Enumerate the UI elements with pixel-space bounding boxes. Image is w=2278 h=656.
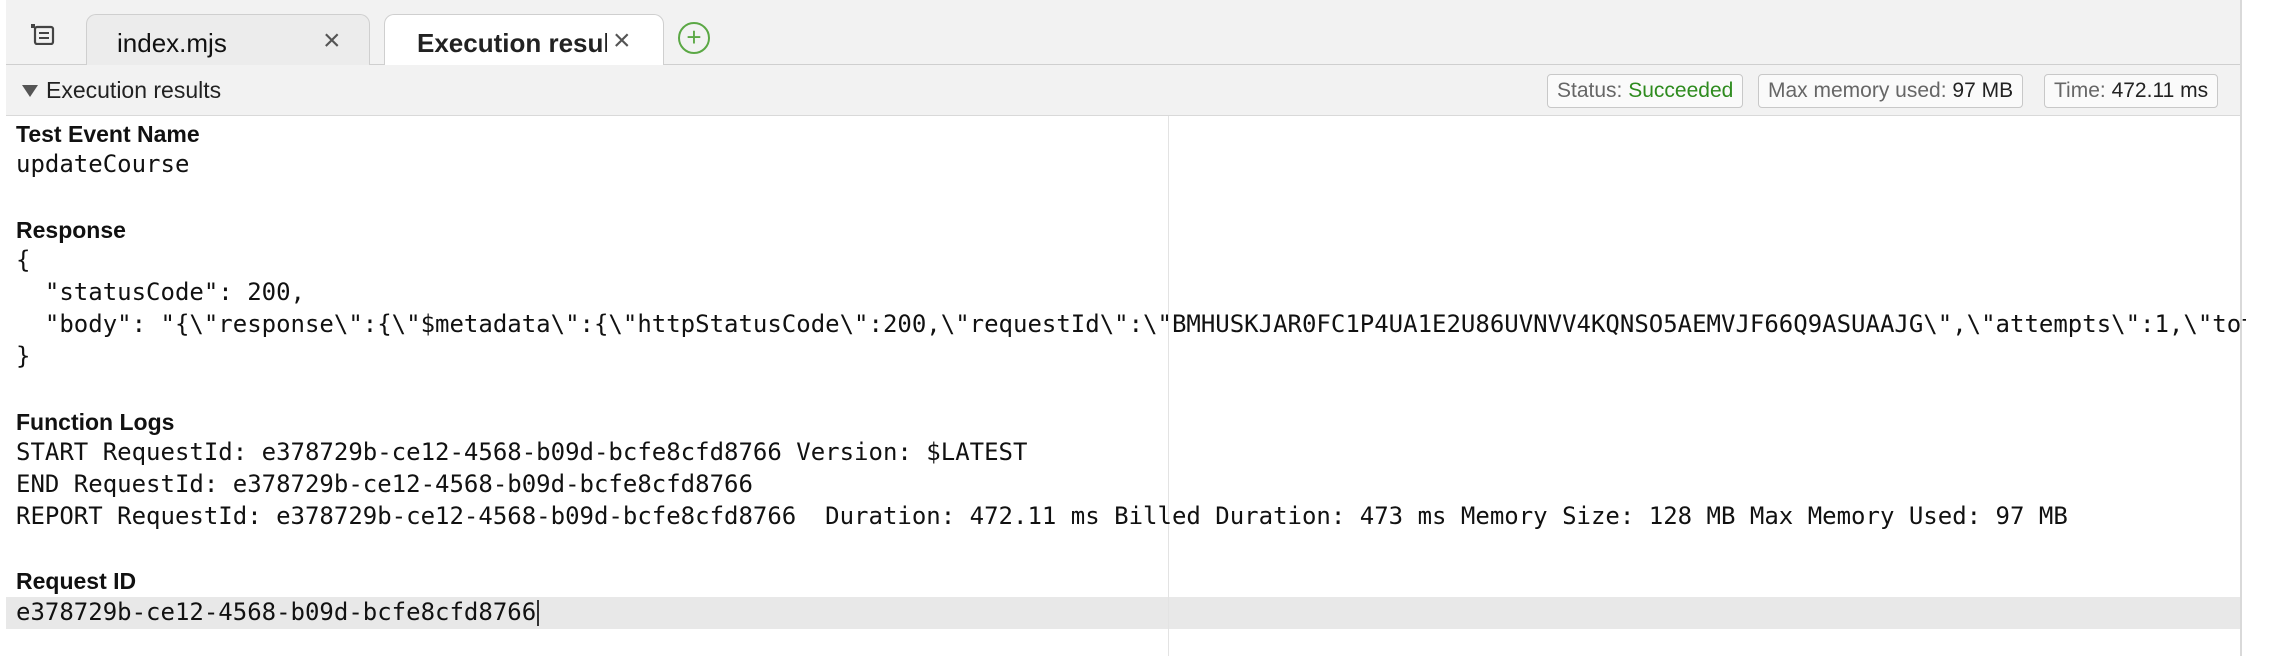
execution-results-header: Execution results Status: Succeeded Max … — [6, 65, 2240, 116]
close-icon[interactable]: × — [323, 26, 341, 56]
status-label: Status: — [1557, 79, 1623, 102]
tab-label: Execution results — [417, 28, 607, 58]
response-line: } — [16, 342, 31, 370]
memory-badge: Max memory used: 97 MB — [1758, 74, 2024, 108]
function-logs-heading: Function Logs — [16, 409, 175, 435]
add-tab-icon[interactable]: + — [678, 22, 710, 54]
tab-label: index.mjs — [117, 28, 227, 58]
response-line: "body": "{\"response\":{\"$metadata\":{\… — [16, 310, 2246, 338]
menu-icon — [31, 24, 55, 45]
time-value: 472.11 ms — [2111, 79, 2209, 102]
request-id-line: e378729b-ce12-4568-b09d-bcfe8cfd8766 — [16, 598, 540, 626]
editor-frame: index.mjs × Execution results × + Execut… — [6, 0, 2246, 656]
response-line: { — [16, 246, 31, 274]
time-badge: Time: 472.11 ms — [2044, 74, 2219, 108]
memory-label: Max memory used: — [1768, 79, 1947, 102]
request-id-value: e378729b-ce12-4568-b09d-bcfe8cfd8766 — [16, 598, 537, 626]
response-heading: Response — [16, 217, 126, 243]
print-margin-line — [1168, 116, 1169, 656]
response-line: "statusCode": 200, — [16, 278, 305, 306]
text-cursor — [537, 600, 540, 626]
log-line: START RequestId: e378729b-ce12-4568-b09d… — [16, 438, 1028, 466]
request-id-heading: Request ID — [16, 568, 137, 594]
memory-value: 97 MB — [1952, 79, 2014, 102]
close-icon[interactable]: × — [613, 26, 631, 56]
test-event-heading: Test Event Name — [16, 121, 200, 147]
log-line: REPORT RequestId: e378729b-ce12-4568-b09… — [16, 502, 2068, 530]
tab-index-mjs[interactable]: index.mjs × — [86, 14, 370, 65]
tab-execution-results[interactable]: Execution results × — [384, 14, 664, 66]
log-line: END RequestId: e378729b-ce12-4568-b09d-b… — [16, 470, 753, 498]
status-value: Succeeded — [1628, 79, 1734, 102]
results-output[interactable]: Test Event Name updateCourse Response { … — [6, 116, 2246, 656]
file-menu-button[interactable] — [24, 16, 60, 52]
collapse-caret-icon[interactable] — [22, 85, 38, 97]
status-badge: Status: Succeeded — [1547, 74, 1744, 108]
tab-bar: index.mjs × Execution results × + — [6, 0, 2240, 66]
time-label: Time: — [2054, 79, 2106, 102]
test-event-value: updateCourse — [16, 150, 190, 178]
results-title[interactable]: Execution results — [46, 77, 221, 104]
